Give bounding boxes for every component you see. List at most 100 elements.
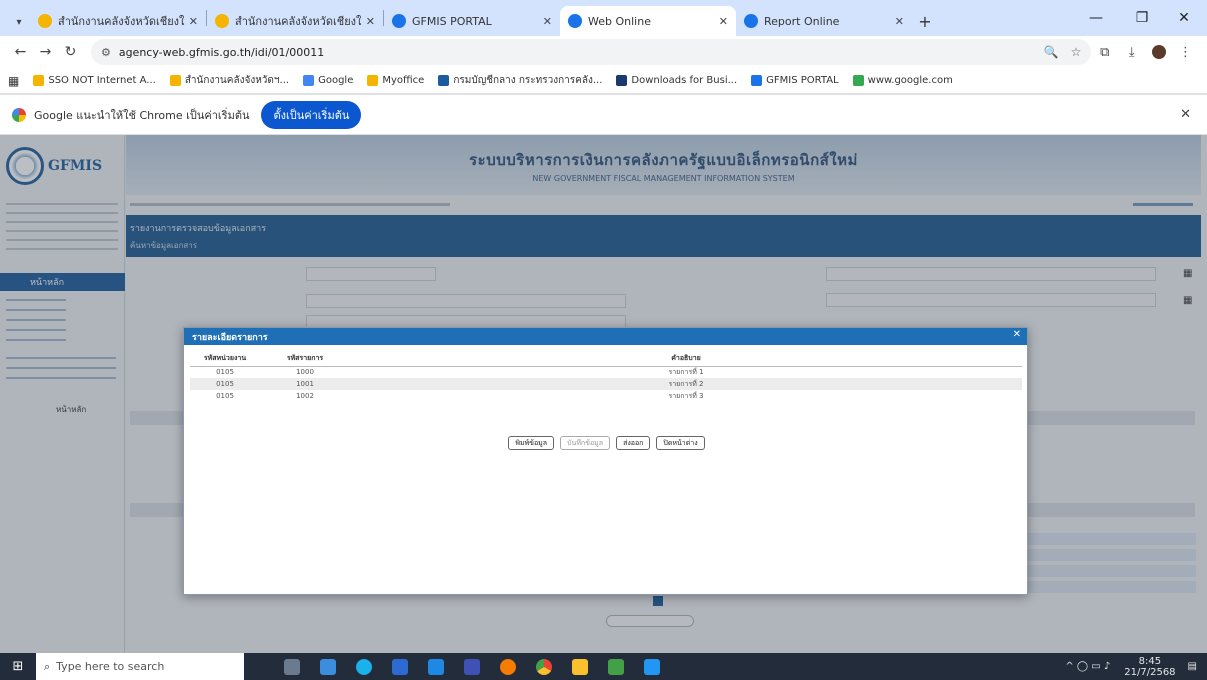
- infobar-close-icon[interactable]: ✕: [1180, 107, 1191, 122]
- windows-start-icon[interactable]: ⊞: [0, 653, 36, 680]
- bookmark-item[interactable]: Google: [303, 75, 353, 86]
- bookmark-item[interactable]: สำนักงานคลังจังหวัดฯ...: [169, 73, 290, 88]
- search-icon: ⌕: [44, 659, 51, 673]
- bookmark-label: Myoffice: [382, 75, 425, 86]
- table-row[interactable]: 0105 1000 รายการที่ 1: [190, 366, 1022, 378]
- modal-table: รหัสหน่วยงาน รหัสรายการ คำอธิบาย 0105 10…: [190, 352, 1022, 402]
- table-cell: 0105: [216, 368, 234, 377]
- browser-tab[interactable]: สำนักงานคลังจังหวัดเชียงใหม่ ✕: [207, 6, 383, 36]
- tab-favicon-icon: [38, 14, 52, 28]
- url-text: agency-web.gfmis.go.th/idi/01/00011: [118, 45, 325, 59]
- edge-icon[interactable]: [346, 653, 382, 680]
- taskbar-app-icon[interactable]: [598, 653, 634, 680]
- export-button[interactable]: ส่งออก: [616, 436, 651, 450]
- bookmark-item[interactable]: Downloads for Busi...: [616, 75, 737, 86]
- detail-modal: รายละเอียดรายการ ✕ รหัสหน่วยงาน รหัสรายก…: [183, 327, 1028, 595]
- taskbar-app-icon[interactable]: [418, 653, 454, 680]
- minimize-button[interactable]: —: [1073, 0, 1119, 36]
- address-bar[interactable]: ⚙ agency-web.gfmis.go.th/idi/01/00011 🔍 …: [90, 39, 1092, 65]
- infobar-message: Google แนะนำให้ใช้ Chrome เป็นค่าเริ่มต้…: [34, 108, 250, 122]
- table-cell: รายการที่ 3: [668, 391, 704, 400]
- set-default-button[interactable]: ตั้งเป็นค่าเริ่มต้น: [261, 100, 362, 129]
- tab-label: สำนักงานคลังจังหวัดเชียงใหม่: [235, 15, 362, 28]
- tab-close-icon[interactable]: ✕: [189, 15, 198, 28]
- table-cell: 1000: [296, 368, 314, 377]
- table-cell: 0105: [216, 392, 234, 400]
- back-icon[interactable]: ←: [8, 39, 33, 65]
- tab-search-icon[interactable]: ▾: [8, 8, 30, 36]
- chrome-menu-icon[interactable]: ⋮: [1172, 39, 1199, 65]
- tab-close-icon[interactable]: ✕: [719, 15, 728, 28]
- browser-tab[interactable]: GFMIS PORTAL ✕: [384, 6, 560, 36]
- tab-close-icon[interactable]: ✕: [895, 15, 904, 28]
- windows-taskbar: ⊞ ⌕ Type here to search ^ ◯ ▭ ♪ 8:45 21/…: [0, 653, 1207, 680]
- download-icon[interactable]: ⤓: [1118, 39, 1145, 65]
- modal-header: รายละเอียดรายการ ✕: [184, 328, 1027, 345]
- task-view-icon[interactable]: [274, 653, 310, 680]
- taskbar-app-icon[interactable]: [634, 653, 670, 680]
- bookmark-icon: [852, 75, 864, 86]
- bookmark-item[interactable]: SSO NOT Internet A...: [33, 75, 156, 86]
- file-explorer-icon[interactable]: [562, 653, 598, 680]
- chrome-icon: [12, 107, 26, 122]
- modal-title: รายละเอียดรายการ: [192, 332, 268, 343]
- default-browser-infobar: Google แนะนำให้ใช้ Chrome เป็นค่าเริ่มต้…: [0, 95, 1207, 135]
- taskbar-app-icon[interactable]: [310, 653, 346, 680]
- bookmark-icon: [33, 75, 45, 86]
- reload-icon[interactable]: ↻: [58, 39, 83, 65]
- column-header: รหัสรายการ: [260, 352, 350, 367]
- bookmark-star-icon[interactable]: ☆: [1071, 45, 1082, 59]
- profile-avatar[interactable]: [1145, 39, 1172, 65]
- table-cell: รายการที่ 1: [668, 367, 704, 376]
- system-tray-icons[interactable]: ^ ◯ ▭ ♪: [1065, 661, 1110, 672]
- tab-favicon-icon: [568, 14, 582, 28]
- bookmarks-bar: ▦ SSO NOT Internet A... สำนักงานคลังจังห…: [0, 68, 1207, 94]
- chrome-taskbar-icon[interactable]: [526, 653, 562, 680]
- mail-icon[interactable]: [454, 653, 490, 680]
- tab-label: สำนักงานคลังจังหวัดเชียงใหม่: [58, 15, 185, 28]
- tab-label: Web Online: [588, 14, 651, 28]
- zoom-icon[interactable]: 🔍: [1044, 45, 1059, 59]
- bookmark-icon: [616, 75, 628, 86]
- bookmark-icon: [751, 75, 763, 86]
- taskbar-search[interactable]: ⌕ Type here to search: [36, 653, 244, 680]
- new-tab-button[interactable]: +: [912, 6, 938, 36]
- browser-tab[interactable]: สำนักงานคลังจังหวัดเชียงใหม่ ✕: [30, 6, 206, 36]
- clock[interactable]: 8:45 21/7/2568: [1124, 656, 1175, 678]
- site-info-icon[interactable]: ⚙: [101, 46, 111, 59]
- clock-date: 21/7/2568: [1124, 666, 1176, 678]
- browser-toolbar: ← → ↻ ⚙ agency-web.gfmis.go.th/idi/01/00…: [0, 36, 1207, 68]
- bookmark-label: Google: [318, 75, 354, 86]
- browser-tab[interactable]: Report Online ✕: [736, 6, 912, 36]
- modal-close-icon[interactable]: ✕: [1013, 329, 1021, 340]
- bookmark-label: www.google.com: [867, 75, 953, 86]
- tab-close-icon[interactable]: ✕: [366, 15, 375, 28]
- bookmark-item[interactable]: Myoffice: [367, 75, 424, 86]
- tab-favicon-icon: [744, 14, 758, 28]
- bookmark-item[interactable]: www.google.com: [852, 75, 953, 86]
- tab-close-icon[interactable]: ✕: [543, 15, 552, 28]
- firefox-icon[interactable]: [490, 653, 526, 680]
- close-window-button[interactable]: ✕: [1161, 0, 1207, 36]
- close-modal-button[interactable]: ปิดหน้าต่าง: [656, 436, 705, 450]
- table-row[interactable]: 0105 1002 รายการที่ 3: [190, 390, 1022, 402]
- table-cell: รายการที่ 2: [350, 378, 1022, 390]
- save-button[interactable]: บันทึกข้อมูล: [560, 436, 611, 450]
- apps-grid-icon[interactable]: ▦: [8, 74, 19, 88]
- taskbar-app-icon[interactable]: [382, 653, 418, 680]
- browser-tab-strip: ▾ สำนักงานคลังจังหวัดเชียงใหม่ ✕ สำนักงา…: [0, 0, 1207, 36]
- bookmark-item[interactable]: GFMIS PORTAL: [751, 75, 839, 86]
- extensions-icon[interactable]: ⧉: [1091, 39, 1118, 65]
- forward-icon[interactable]: →: [33, 39, 58, 65]
- browser-tab-active[interactable]: Web Online ✕: [560, 6, 736, 36]
- restore-button[interactable]: ❐: [1119, 0, 1165, 36]
- modal-button-row: พิมพ์ข้อมูล บันทึกข้อมูล ส่งออก ปิดหน้าต…: [184, 436, 1029, 450]
- bookmark-icon: [438, 75, 450, 86]
- tab-favicon-icon: [215, 14, 229, 28]
- bookmark-item[interactable]: กรมบัญชีกลาง กระทรวงการคลัง...: [438, 73, 602, 88]
- column-header: คำอธิบาย: [350, 352, 1022, 367]
- print-button[interactable]: พิมพ์ข้อมูล: [508, 436, 555, 450]
- table-row[interactable]: 0105 1001 รายการที่ 2: [190, 378, 1022, 390]
- notification-icon[interactable]: ▤: [1188, 661, 1197, 672]
- bookmark-label: สำนักงานคลังจังหวัดฯ...: [184, 75, 290, 86]
